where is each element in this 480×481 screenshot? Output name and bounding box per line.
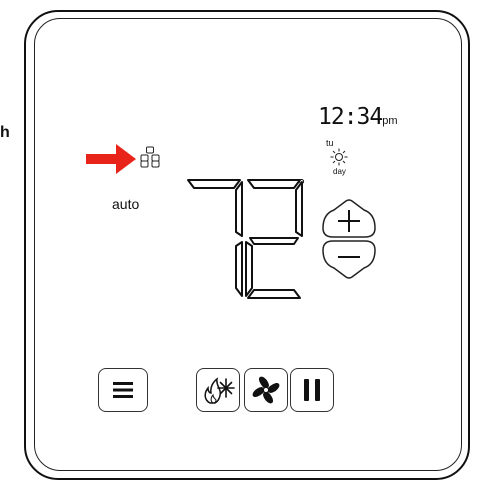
seven-segment-digits bbox=[187, 179, 303, 299]
menu-button[interactable] bbox=[98, 368, 148, 412]
system-mode-label: auto bbox=[112, 196, 140, 212]
heat-cool-icon bbox=[204, 377, 235, 404]
setpoint-temperature: 72 bbox=[184, 178, 304, 300]
temperature-unit-symbol: ° bbox=[298, 176, 306, 196]
plus-icon bbox=[338, 210, 360, 232]
cropped-edge-text: h bbox=[0, 124, 10, 141]
hamburger-menu-icon bbox=[113, 382, 133, 398]
hold-button[interactable] bbox=[290, 368, 334, 412]
schedule-icon[interactable] bbox=[140, 146, 160, 168]
clock-display: 12:34pm bbox=[318, 104, 398, 130]
fan-button[interactable] bbox=[244, 368, 288, 412]
red-arrow-icon bbox=[86, 144, 136, 174]
temperature-value: 72 bbox=[184, 178, 185, 179]
system-mode-button[interactable] bbox=[196, 368, 240, 412]
decrease-temperature-button[interactable] bbox=[320, 238, 378, 280]
schedule-period-label: day bbox=[333, 167, 346, 176]
schedule-day-label: tu bbox=[326, 138, 334, 148]
fan-icon bbox=[252, 376, 280, 404]
clock-ampm: pm bbox=[382, 115, 398, 127]
pause-icon bbox=[304, 379, 320, 401]
clock-time: 12:34 bbox=[318, 104, 383, 130]
sun-icon bbox=[330, 148, 348, 166]
increase-temperature-button[interactable] bbox=[320, 198, 378, 240]
